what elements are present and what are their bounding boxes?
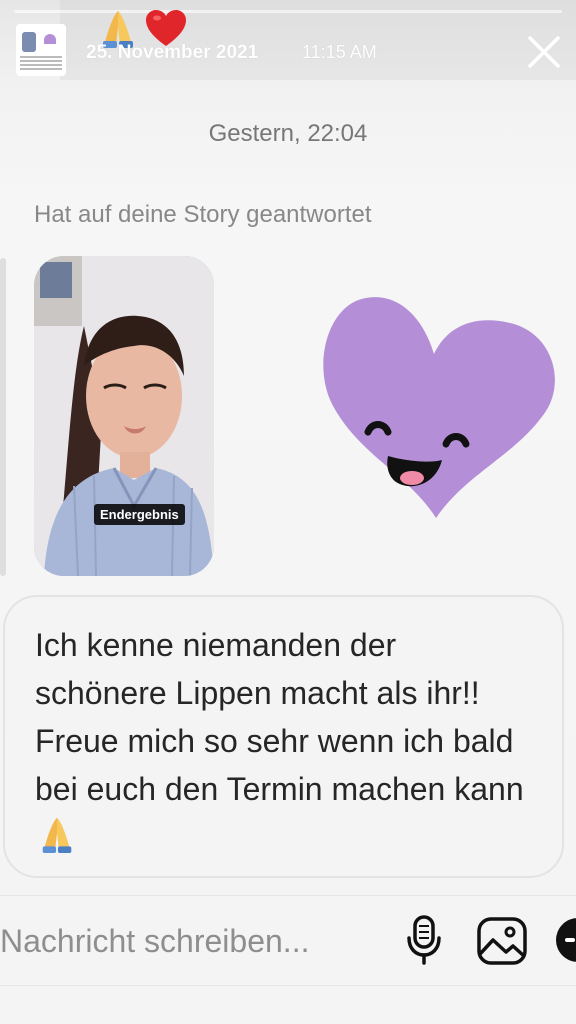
close-icon	[528, 36, 560, 68]
story-thumbnail[interactable]	[16, 24, 66, 76]
message-text: Ich kenne niemanden der schönere Lippen …	[35, 627, 524, 807]
story-reply-note: Hat auf deine Story geantwortet	[34, 201, 372, 228]
microphone-icon	[407, 915, 441, 965]
thumbnail-photo	[22, 32, 36, 52]
folded-hands-emoji-icon	[35, 814, 79, 867]
thumbnail-heart-icon	[44, 34, 56, 44]
voice-message-button[interactable]	[404, 914, 444, 966]
close-button[interactable]	[524, 32, 564, 72]
chat-timestamp: Gestern, 22:04	[208, 120, 368, 147]
story-date: 25. November 2021	[86, 42, 259, 63]
replied-story-preview[interactable]	[34, 256, 214, 576]
story-caption-label: Endergebnis	[94, 504, 185, 525]
story-time: 11:15 AM	[302, 42, 377, 62]
smiling-heart-sticker-icon	[318, 294, 560, 522]
quote-bar	[0, 258, 6, 576]
message-bubble[interactable]: Ich kenne niemanden der schönere Lippen …	[3, 595, 564, 878]
story-progress-bar	[14, 10, 562, 13]
bottom-divider	[0, 985, 576, 986]
image-gallery-icon	[477, 917, 527, 965]
composer-divider	[0, 895, 576, 896]
message-input[interactable]	[0, 915, 380, 967]
message-content: Ich kenne niemanden der schönere Lippen …	[35, 621, 532, 867]
sticker-icon	[565, 938, 575, 942]
story-photo	[34, 256, 214, 576]
thumbnail-text-lines	[20, 56, 62, 58]
gallery-button[interactable]	[476, 916, 528, 966]
